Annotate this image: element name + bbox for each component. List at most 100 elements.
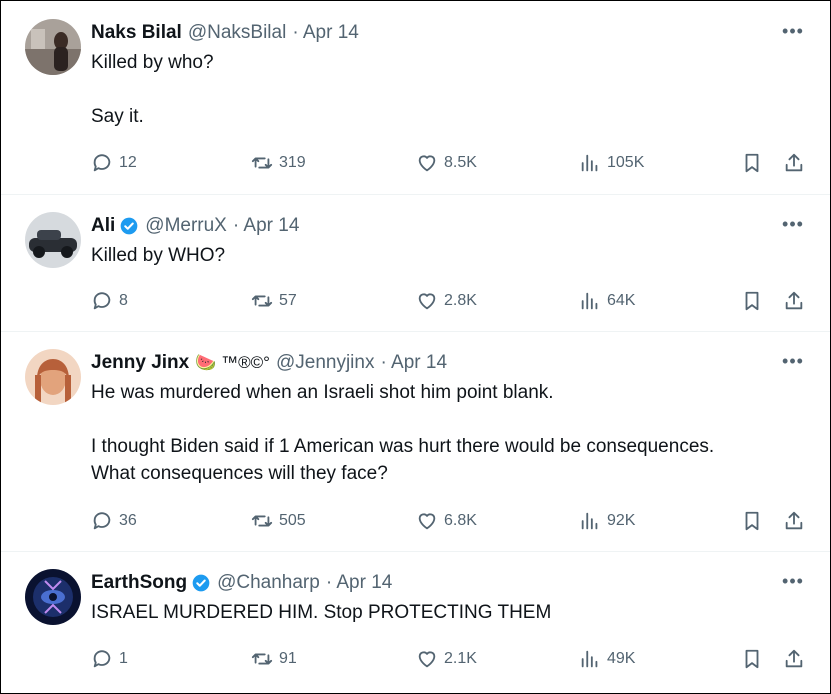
more-icon[interactable]: •••	[782, 352, 804, 377]
like-count: 8.5K	[444, 154, 477, 171]
share-icon	[785, 291, 803, 310]
tweet-actions: 36 505 6.8K 92K	[91, 507, 830, 535]
display-name[interactable]: Naks Bilal	[91, 22, 182, 44]
avatar[interactable]	[25, 569, 81, 625]
display-name[interactable]: Ali	[91, 215, 115, 237]
like-button[interactable]: 8.5K	[416, 149, 477, 177]
avatar[interactable]	[25, 212, 81, 268]
name-emoji: 🍉 ™®©°	[195, 353, 270, 372]
avatar[interactable]	[25, 19, 81, 75]
like-button[interactable]: 6.8K	[416, 507, 477, 535]
tweet-text: He was murdered when an Israeli shot him…	[91, 382, 715, 484]
handle[interactable]: @NaksBilal	[188, 22, 286, 44]
display-name[interactable]: Jenny Jinx	[91, 352, 189, 374]
retweet-button[interactable]: 57	[251, 287, 297, 315]
reply-button[interactable]: 36	[91, 507, 137, 535]
tweet-header: Naks Bilal @NaksBilal · Apr 14	[91, 21, 359, 45]
bookmark-button[interactable]	[741, 149, 769, 177]
views-icon	[581, 154, 598, 172]
tweet-actions: 12 319 8.5K 105K	[91, 149, 830, 177]
views-button[interactable]: 64K	[579, 287, 635, 315]
display-name[interactable]: EarthSong	[91, 572, 187, 594]
like-count: 6.8K	[444, 512, 477, 529]
bookmark-button[interactable]	[741, 645, 769, 673]
heart-icon	[418, 651, 436, 668]
views-button[interactable]: 49K	[579, 645, 635, 673]
tweet-1[interactable]: Naks Bilal @NaksBilal · Apr 14 ••• Kille…	[1, 1, 830, 195]
verified-badge-icon	[192, 574, 210, 592]
handle[interactable]: @Chanharp	[217, 572, 320, 594]
views-icon	[581, 512, 598, 530]
tweet-text: ISRAEL MURDERED HIM. Stop PROTECTING THE…	[91, 602, 552, 623]
timestamp[interactable]: · Apr 14	[326, 572, 393, 594]
share-button[interactable]	[783, 149, 811, 177]
heart-icon	[418, 513, 436, 530]
reply-count: 8	[119, 292, 128, 309]
retweet-icon	[251, 157, 273, 169]
reply-button[interactable]: 8	[91, 287, 128, 315]
more-icon[interactable]: •••	[782, 22, 804, 47]
handle[interactable]: @Jennyjinx	[276, 352, 375, 374]
views-button[interactable]: 105K	[579, 149, 644, 177]
view-count: 92K	[607, 512, 636, 529]
tweet-text: Killed by who? Say it.	[91, 52, 214, 127]
share-button[interactable]	[783, 287, 811, 315]
share-icon	[785, 153, 803, 172]
handle[interactable]: @MerruX	[145, 215, 227, 237]
tweet-4[interactable]: EarthSong @Chanharp · Apr 14 ••• ISRAEL …	[1, 551, 830, 693]
bookmark-button[interactable]	[741, 287, 769, 315]
reply-count: 36	[119, 512, 137, 529]
like-count: 2.8K	[444, 292, 477, 309]
reply-icon	[93, 512, 111, 530]
share-button[interactable]	[783, 507, 811, 535]
retweet-count: 91	[279, 650, 297, 667]
bookmark-icon	[745, 511, 759, 531]
retweet-icon	[251, 295, 273, 307]
share-icon	[785, 511, 803, 530]
share-button[interactable]	[783, 645, 811, 673]
avatar[interactable]	[25, 349, 81, 405]
more-icon[interactable]: •••	[782, 572, 804, 597]
retweet-count: 319	[279, 154, 306, 171]
reply-button[interactable]: 1	[91, 645, 128, 673]
retweet-count: 505	[279, 512, 306, 529]
reply-icon	[93, 650, 111, 668]
verified-badge-icon	[120, 217, 138, 235]
view-count: 64K	[607, 292, 636, 309]
bookmark-icon	[745, 291, 759, 311]
view-count: 49K	[607, 650, 636, 667]
views-button[interactable]: 92K	[579, 507, 635, 535]
reply-count: 1	[119, 650, 128, 667]
bookmark-icon	[745, 649, 759, 669]
reply-button[interactable]: 12	[91, 149, 137, 177]
timestamp[interactable]: · Apr 14	[380, 352, 447, 374]
tweet-2[interactable]: Ali @MerruX · Apr 14 ••• Killed by WHO? …	[1, 194, 830, 332]
reply-icon	[93, 292, 111, 310]
bookmark-button[interactable]	[741, 507, 769, 535]
views-icon	[581, 650, 598, 668]
reply-count: 12	[119, 154, 137, 171]
heart-icon	[418, 155, 436, 172]
tweet-header: EarthSong @Chanharp · Apr 14	[91, 571, 392, 595]
retweet-button[interactable]: 91	[251, 645, 297, 673]
retweet-icon	[251, 653, 273, 665]
like-button[interactable]: 2.1K	[416, 645, 477, 673]
retweet-button[interactable]: 505	[251, 507, 306, 535]
timestamp[interactable]: · Apr 14	[233, 215, 300, 237]
tweet-actions: 1 91 2.1K 49K	[91, 645, 830, 673]
view-count: 105K	[607, 154, 645, 171]
tweet-header: Jenny Jinx 🍉 ™®©° @Jennyjinx · Apr 14	[91, 351, 447, 375]
like-button[interactable]: 2.8K	[416, 287, 477, 315]
tweet-text: Killed by WHO?	[91, 245, 226, 266]
retweet-count: 57	[279, 292, 297, 309]
tweet-header: Ali @MerruX · Apr 14	[91, 214, 299, 238]
more-icon[interactable]: •••	[782, 215, 804, 240]
retweet-button[interactable]: 319	[251, 149, 306, 177]
reply-icon	[93, 154, 111, 172]
views-icon	[581, 292, 598, 310]
tweet-actions: 8 57 2.8K 64K	[91, 287, 830, 315]
tweet-3[interactable]: Jenny Jinx 🍉 ™®©° @Jennyjinx · Apr 14 ••…	[1, 331, 830, 552]
tweet-thread: Naks Bilal @NaksBilal · Apr 14 ••• Kille…	[0, 0, 831, 694]
retweet-icon	[251, 515, 273, 527]
timestamp[interactable]: · Apr 14	[292, 22, 359, 44]
